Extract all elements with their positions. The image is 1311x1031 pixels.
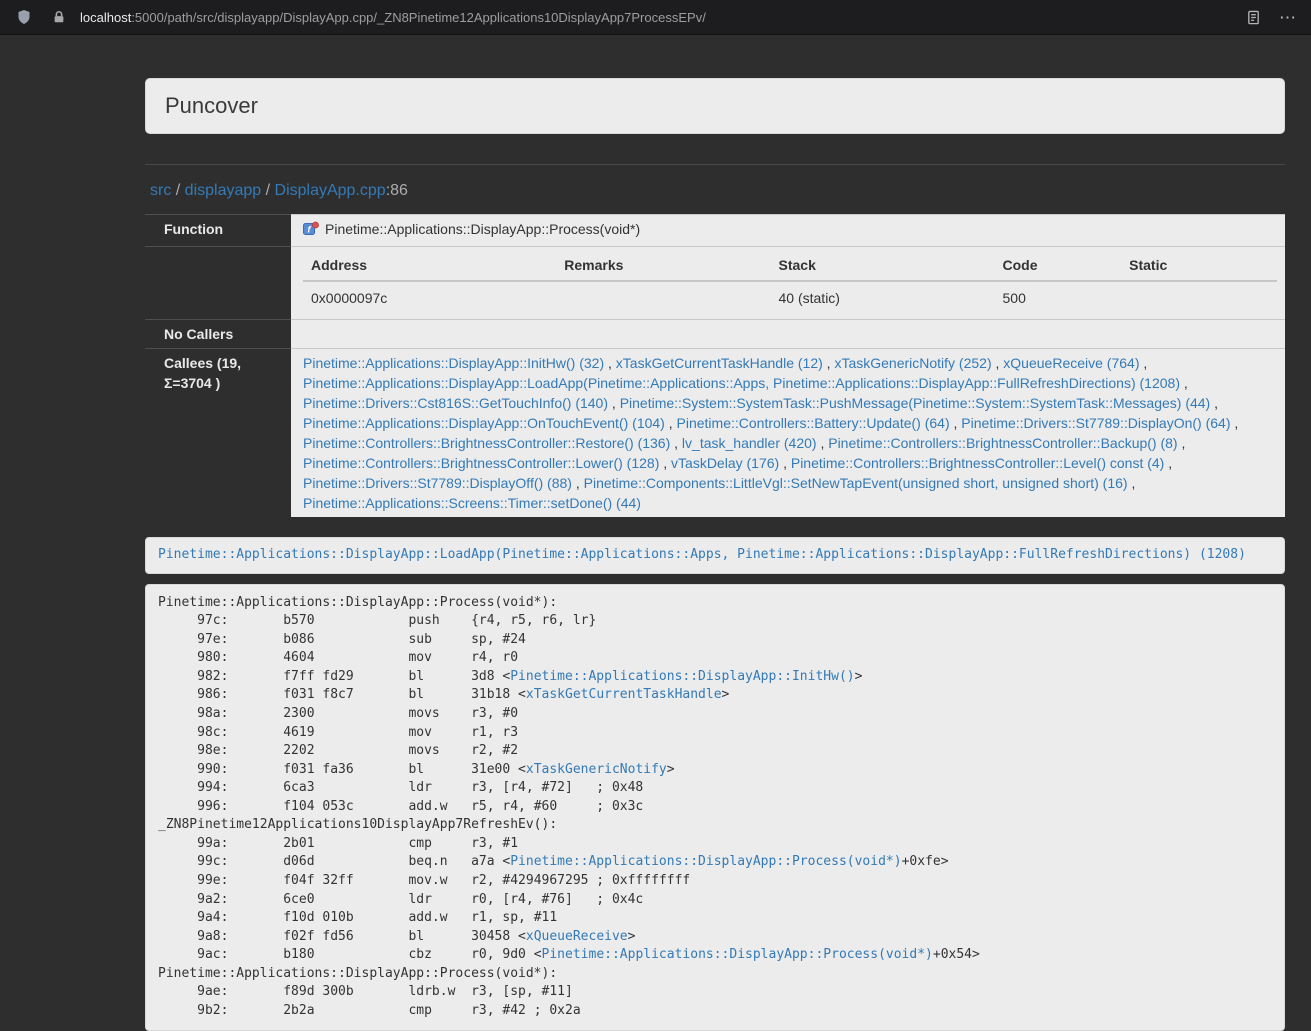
- overflow-menu-icon[interactable]: ⋯: [1276, 9, 1299, 26]
- remarks-value: [556, 281, 770, 315]
- callee-link[interactable]: lv_task_handler (420): [682, 435, 817, 451]
- callee-link[interactable]: Pinetime::Applications::DisplayApp::Init…: [303, 355, 604, 371]
- address-value: 0x0000097c: [303, 281, 556, 315]
- stats-header-row: Address Remarks Stack Code Static: [303, 251, 1277, 281]
- breadcrumb-link[interactable]: DisplayApp.cpp: [275, 182, 386, 199]
- callee-link[interactable]: xQueueReceive (764): [1003, 355, 1139, 371]
- loadapp-symbol-link[interactable]: Pinetime::Applications::DisplayApp::Load…: [158, 547, 1246, 562]
- disassembly: Pinetime::Applications::DisplayApp::Proc…: [145, 584, 1285, 1031]
- callee-link[interactable]: Pinetime::Controllers::BrightnessControl…: [791, 455, 1164, 471]
- symbol-link[interactable]: Pinetime::Applications::DisplayApp::Init…: [510, 669, 854, 684]
- symbol-link[interactable]: Pinetime::Applications::DisplayApp::Proc…: [542, 947, 933, 962]
- divider: [145, 164, 1285, 165]
- callee-link[interactable]: xTaskGenericNotify (252): [834, 355, 991, 371]
- callee-link[interactable]: Pinetime::Controllers::BrightnessControl…: [303, 455, 659, 471]
- breadcrumb-separator: /: [171, 182, 184, 199]
- function-icon: f: [303, 221, 319, 237]
- stats-values-row: 0x0000097c 40 (static) 500: [303, 281, 1277, 315]
- breadcrumb: src / displayapp / DisplayApp.cpp:86: [150, 182, 1285, 200]
- code-value: 500: [995, 281, 1122, 315]
- callee-link[interactable]: Pinetime::Drivers::Cst816S::GetTouchInfo…: [303, 395, 608, 411]
- callee-link[interactable]: Pinetime::System::SystemTask::PushMessag…: [620, 395, 1211, 411]
- callee-link[interactable]: Pinetime::Drivers::St7789::DisplayOff() …: [303, 475, 572, 491]
- callers-cell: [291, 320, 1285, 349]
- col-header-stack: Stack: [771, 251, 995, 281]
- col-header-code: Code: [995, 251, 1122, 281]
- callee-link[interactable]: vTaskDelay (176): [671, 455, 779, 471]
- function-table: Function f Pinetime::Applications::Displ…: [145, 214, 1285, 517]
- stats-row: Address Remarks Stack Code Static 0x0000…: [145, 247, 1285, 320]
- lock-icon[interactable]: [47, 5, 71, 29]
- stats-cell: Address Remarks Stack Code Static 0x0000…: [291, 247, 1285, 320]
- col-header-static: Static: [1121, 251, 1277, 281]
- callee-link[interactable]: Pinetime::Applications::DisplayApp::Load…: [303, 375, 1180, 391]
- url-path: :5000/path/src/displayapp/DisplayApp.cpp…: [131, 10, 706, 25]
- callee-link[interactable]: Pinetime::Drivers::St7789::DisplayOn() (…: [961, 415, 1230, 431]
- callers-row: No Callers: [145, 320, 1285, 349]
- page-content: Puncover src / displayapp / DisplayApp.c…: [145, 35, 1285, 1031]
- url-text: localhost:5000/path/src/displayapp/Displ…: [80, 10, 706, 25]
- col-header-address: Address: [303, 251, 556, 281]
- callee-link[interactable]: Pinetime::Applications::DisplayApp::OnTo…: [303, 415, 665, 431]
- callees-row: Callees (19, Σ=3704 ) Pinetime::Applicat…: [145, 349, 1285, 518]
- stack-value: 40 (static): [771, 281, 995, 315]
- callee-link[interactable]: xTaskGetCurrentTaskHandle (12): [616, 355, 823, 371]
- callee-link[interactable]: Pinetime::Controllers::Battery::Update()…: [677, 415, 950, 431]
- static-value: [1121, 281, 1277, 315]
- function-name: Pinetime::Applications::DisplayApp::Proc…: [325, 219, 640, 239]
- page-title: Puncover: [165, 93, 1265, 119]
- url-host: localhost: [80, 10, 131, 25]
- reader-view-icon[interactable]: [1241, 5, 1265, 29]
- callees-cell: Pinetime::Applications::DisplayApp::Init…: [291, 349, 1285, 518]
- callee-link[interactable]: Pinetime::Controllers::BrightnessControl…: [828, 435, 1177, 451]
- browser-toolbar: localhost:5000/path/src/displayapp/Displ…: [0, 0, 1311, 35]
- col-header-remarks: Remarks: [556, 251, 770, 281]
- breadcrumb-line-number: :86: [386, 182, 408, 199]
- stats-table: Address Remarks Stack Code Static 0x0000…: [303, 251, 1277, 315]
- callee-link[interactable]: Pinetime::Components::LittleVgl::SetNewT…: [584, 475, 1128, 491]
- address-bar[interactable]: localhost:5000/path/src/displayapp/Displ…: [47, 5, 1230, 29]
- shield-icon[interactable]: [12, 5, 36, 29]
- no-callers-label: No Callers: [145, 320, 291, 349]
- symbol-link[interactable]: xQueueReceive: [526, 929, 628, 944]
- empty-header-cell: [145, 247, 291, 320]
- breadcrumb-link[interactable]: displayapp: [185, 182, 262, 199]
- symbol-snippet: Pinetime::Applications::DisplayApp::Load…: [145, 537, 1285, 574]
- function-label: Function: [145, 215, 291, 247]
- symbol-link[interactable]: xTaskGetCurrentTaskHandle: [526, 687, 722, 702]
- symbol-link[interactable]: Pinetime::Applications::DisplayApp::Proc…: [510, 854, 901, 869]
- breadcrumb-link[interactable]: src: [150, 182, 171, 199]
- app-header-panel: Puncover: [145, 78, 1285, 134]
- callee-link[interactable]: Pinetime::Applications::Screens::Timer::…: [303, 495, 641, 511]
- function-name-cell: f Pinetime::Applications::DisplayApp::Pr…: [291, 215, 1285, 247]
- symbol-link[interactable]: xTaskGenericNotify: [526, 762, 667, 777]
- function-row: Function f Pinetime::Applications::Displ…: [145, 215, 1285, 247]
- callees-label: Callees (19, Σ=3704 ): [145, 349, 291, 518]
- breadcrumb-separator: /: [261, 182, 274, 199]
- callee-link[interactable]: Pinetime::Controllers::BrightnessControl…: [303, 435, 670, 451]
